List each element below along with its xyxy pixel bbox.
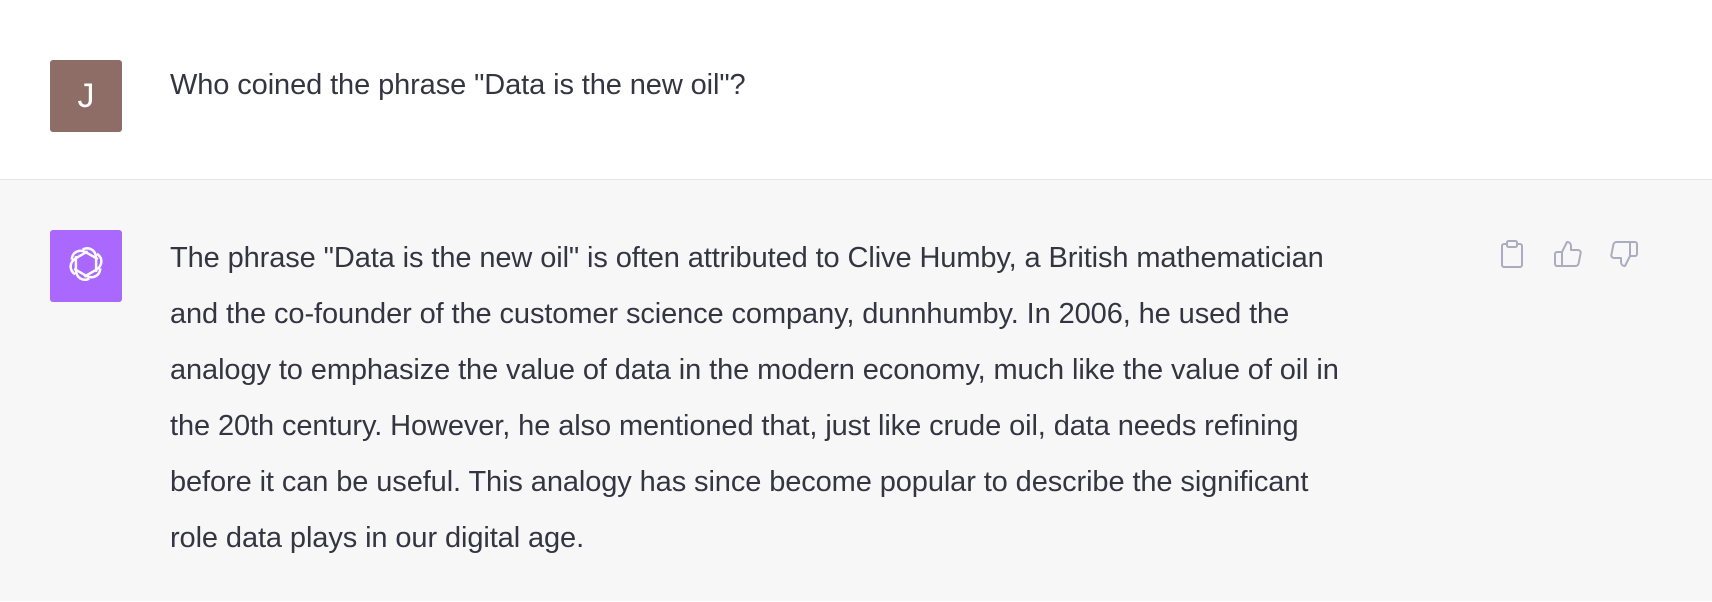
user-avatar-initial: J xyxy=(77,77,95,115)
answer-line: before it can be useful. This analogy ha… xyxy=(170,466,1309,498)
assistant-avatar xyxy=(50,230,122,302)
thumbs-up-button[interactable] xyxy=(1552,236,1584,272)
assistant-message: The phrase "Data is the new oil" is ofte… xyxy=(170,230,1339,566)
answer-line: role data plays in our digital age. xyxy=(170,522,585,554)
thumbs-down-button[interactable] xyxy=(1608,236,1640,272)
thumbs-down-icon xyxy=(1609,239,1639,269)
clipboard-icon xyxy=(1499,239,1525,269)
openai-logo-icon xyxy=(63,241,109,292)
answer-line: analogy to emphasize the value of data i… xyxy=(170,354,1339,386)
answer-line: the 20th century. However, he also menti… xyxy=(170,410,1299,442)
answer-line: and the co-founder of the customer scien… xyxy=(170,298,1290,330)
user-message: Who coined the phrase "Data is the new o… xyxy=(170,69,746,101)
copy-button[interactable] xyxy=(1496,236,1528,272)
message-actions xyxy=(1496,236,1640,272)
answer-line: The phrase "Data is the new oil" is ofte… xyxy=(170,242,1324,274)
user-turn: J Who coined the phrase "Data is the new… xyxy=(0,0,1712,180)
thumbs-up-icon xyxy=(1553,239,1583,269)
user-avatar: J xyxy=(50,60,122,132)
assistant-turn: The phrase "Data is the new oil" is ofte… xyxy=(0,180,1712,601)
